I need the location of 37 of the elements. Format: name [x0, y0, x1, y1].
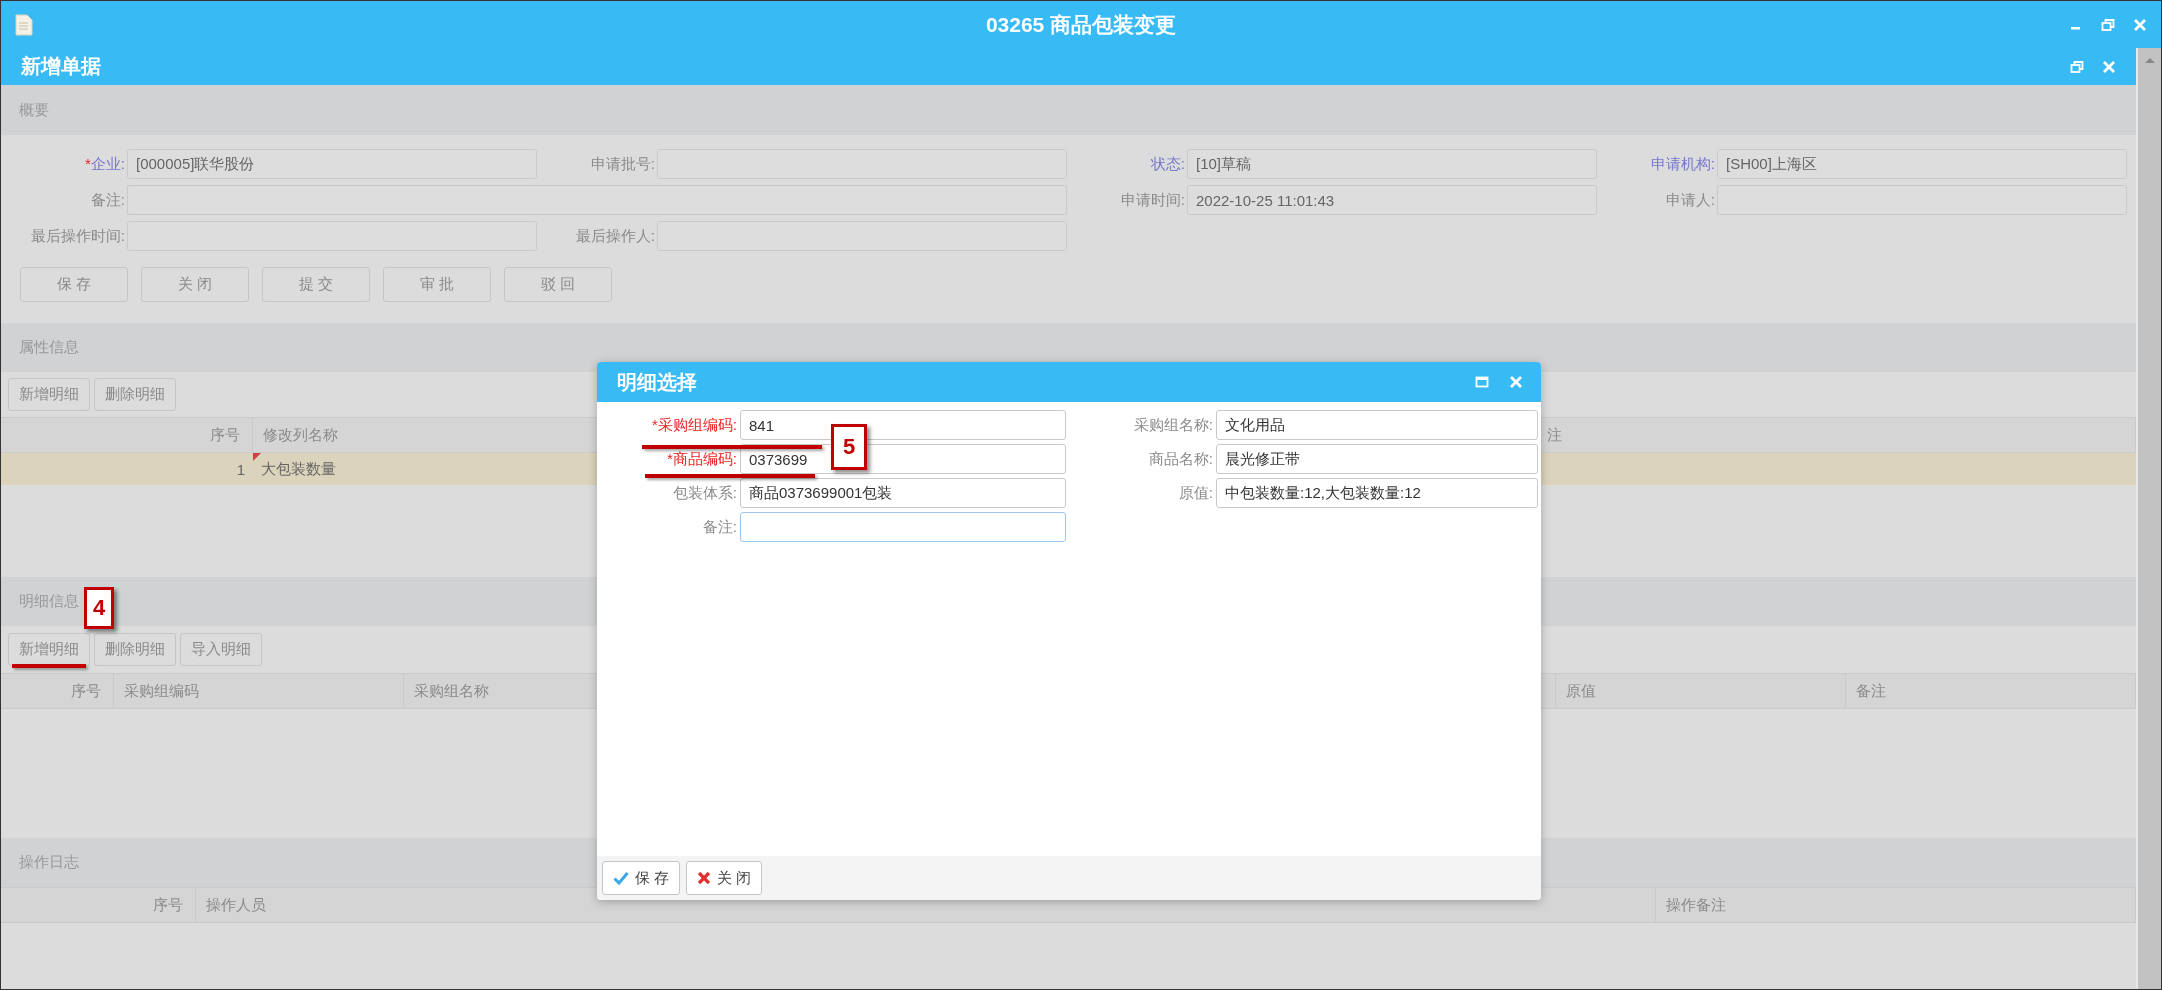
field-label: 状态: — [1150, 154, 1185, 174]
section-title: 明细信息 — [19, 592, 79, 611]
column-header: 序号 — [71, 681, 101, 701]
column-header: 原值 — [1566, 681, 1596, 701]
field-label: 包装体系: — [672, 483, 737, 503]
column-header: 修改列名称 — [263, 425, 338, 445]
table-cell: 1 — [236, 460, 245, 478]
field-label: 备注: — [90, 190, 125, 210]
field-label: 申请批号: — [590, 154, 655, 174]
field-label: *商品编码: — [667, 449, 737, 469]
step-badge: 5 — [831, 424, 867, 470]
field-label: 原值: — [1178, 483, 1213, 503]
column-header: 操作人员 — [206, 895, 266, 915]
column-header: 序号 — [210, 425, 240, 445]
field-label: 商品名称: — [1148, 449, 1213, 469]
field-label: 备注: — [702, 517, 737, 537]
column-header: 注 — [1547, 425, 1562, 445]
field-label: 最后操作人: — [575, 226, 655, 246]
column-header: 采购组名称 — [414, 681, 489, 701]
window-title: 03265 商品包装变更 — [985, 12, 1177, 36]
field-label: *企业: — [85, 154, 125, 174]
field-label: *采购组编码: — [652, 415, 737, 435]
field-label: 采购组名称: — [1133, 415, 1213, 435]
field-label: 申请时间: — [1120, 190, 1185, 210]
field-label: 最后操作时间: — [30, 226, 125, 246]
field-label: 申请人: — [1665, 190, 1715, 210]
field-label: 申请机构: — [1650, 154, 1715, 174]
table-cell: 大包装数量 — [261, 459, 336, 479]
column-header: 备注 — [1856, 681, 1886, 701]
section-title: 概要 — [19, 100, 49, 120]
dialog-title: 明细选择 — [617, 369, 697, 395]
column-header: 操作备注 — [1666, 895, 1726, 915]
column-header: 序号 — [153, 895, 183, 915]
document-title: 新增单据 — [21, 54, 101, 79]
section-title: 属性信息 — [19, 338, 79, 357]
column-header: 采购组编码 — [124, 681, 199, 701]
step-badge: 4 — [84, 587, 114, 629]
